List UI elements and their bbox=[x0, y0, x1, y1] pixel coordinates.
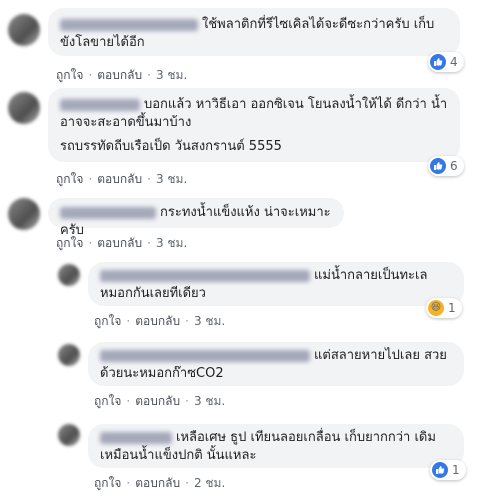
comment-bubble: ใช้พลาติกที่รีไซเคิลได้จะดีซะกว่าครับ เก… bbox=[48, 8, 460, 56]
reaction-number: 6 bbox=[450, 159, 458, 173]
like-link[interactable]: ถูกใจ bbox=[56, 172, 83, 186]
comment-actions: ถูกใจ · ตอบกลับ · 3 ชม. bbox=[56, 68, 188, 82]
comment-text-line: รถบรรทัดถีบเรือเป็ด วันสงกรานต์ 5555 bbox=[60, 139, 282, 154]
avatar[interactable] bbox=[58, 264, 80, 286]
like-icon bbox=[432, 462, 448, 478]
reaction-count[interactable]: 1 bbox=[430, 460, 466, 480]
reply-link[interactable]: ตอบกลับ bbox=[97, 68, 142, 82]
reaction-number: 4 bbox=[450, 55, 458, 69]
author-name[interactable] bbox=[60, 18, 198, 31]
avatar[interactable] bbox=[58, 424, 80, 446]
like-link[interactable]: ถูกใจ bbox=[94, 314, 121, 328]
reaction-number: 1 bbox=[452, 463, 460, 477]
like-link[interactable]: ถูกใจ bbox=[94, 476, 121, 490]
reaction-count[interactable]: 😆 1 bbox=[426, 298, 462, 318]
like-icon bbox=[430, 158, 446, 174]
author-name[interactable] bbox=[100, 431, 172, 444]
timestamp[interactable]: 3 ชม. bbox=[156, 236, 187, 250]
timestamp[interactable]: 3 ชม. bbox=[194, 314, 225, 328]
reply-link[interactable]: ตอบกลับ bbox=[135, 476, 180, 490]
timestamp[interactable]: 3 ชม. bbox=[194, 394, 225, 408]
author-name[interactable] bbox=[100, 349, 310, 362]
avatar[interactable] bbox=[8, 92, 40, 124]
reply-actions: ถูกใจ · ตอบกลับ · 3 ชม. bbox=[94, 394, 226, 408]
like-link[interactable]: ถูกใจ bbox=[94, 394, 121, 408]
comment-bubble: บอกแล้ว หาวิธีเอา ออกซิเจน โยนลงน้ำให้ได… bbox=[48, 88, 460, 162]
like-link[interactable]: ถูกใจ bbox=[56, 68, 83, 82]
reaction-count[interactable]: 6 bbox=[428, 156, 464, 176]
timestamp[interactable]: 3 ชม. bbox=[156, 68, 187, 82]
avatar[interactable] bbox=[8, 198, 40, 230]
reaction-number: 1 bbox=[448, 301, 456, 315]
reply-link[interactable]: ตอบกลับ bbox=[97, 172, 142, 186]
timestamp[interactable]: 3 ชม. bbox=[156, 172, 187, 186]
author-name[interactable] bbox=[60, 206, 156, 219]
reply-actions: ถูกใจ · ตอบกลับ · 3 ชม. bbox=[94, 314, 226, 328]
reply-bubble: แต่สลายหายไปเลย สวยด้วยนะหมอกก๊าซCO2 bbox=[88, 342, 464, 386]
author-name[interactable] bbox=[60, 98, 140, 111]
timestamp[interactable]: 2 ชม. bbox=[194, 476, 225, 490]
author-name[interactable] bbox=[100, 269, 310, 282]
reply-bubble: เหลือเศษ ธูป เทียนลอยเกลื่อน เก็บยากกว่า… bbox=[88, 424, 464, 468]
comment-actions: ถูกใจ · ตอบกลับ · 3 ชม. bbox=[56, 172, 188, 186]
comment-bubble: กระทงน้ำแข็งแห้ง น่าจะเหมาะครับ bbox=[48, 198, 344, 238]
reply-link[interactable]: ตอบกลับ bbox=[135, 394, 180, 408]
like-icon bbox=[430, 54, 446, 70]
reply-actions: ถูกใจ · ตอบกลับ · 2 ชม. bbox=[94, 476, 226, 490]
reply-bubble: แม่น้ำกลายเป็นทะเล หมอกกันเลยทีเดียว bbox=[88, 262, 464, 306]
comment-actions: ถูกใจ · ตอบกลับ · 3 ชม. bbox=[56, 236, 188, 250]
avatar[interactable] bbox=[58, 344, 80, 366]
reply-link[interactable]: ตอบกลับ bbox=[135, 314, 180, 328]
reply-link[interactable]: ตอบกลับ bbox=[97, 236, 142, 250]
like-link[interactable]: ถูกใจ bbox=[56, 236, 83, 250]
avatar[interactable] bbox=[8, 14, 40, 46]
haha-icon: 😆 bbox=[428, 300, 444, 316]
reaction-count[interactable]: 4 bbox=[428, 52, 464, 72]
